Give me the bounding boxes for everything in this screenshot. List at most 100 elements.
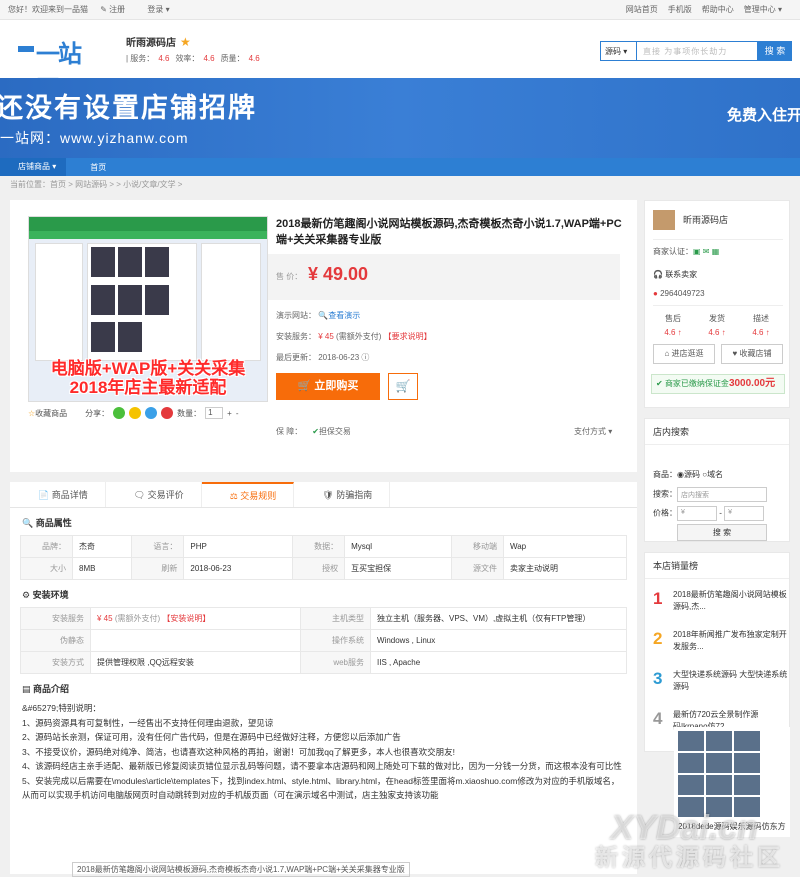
search-button[interactable]: 搜 索	[758, 41, 792, 61]
score-delivery: 发货 4.6 ↑	[699, 313, 735, 337]
tab-reviews[interactable]: 🗨 交易评价	[106, 482, 202, 507]
info-icon[interactable]: ⓘ	[361, 353, 369, 362]
attr-key: 刷新	[131, 557, 185, 580]
register-link[interactable]: ✎ 注册	[100, 5, 135, 14]
visit-shop-button[interactable]: ⌂ 进店逛逛	[653, 344, 715, 364]
top-link-admin[interactable]: 管理中心 ▾	[744, 4, 782, 15]
attrs-heading: 🔍 商品属性	[22, 518, 72, 528]
sidebar-shop-name[interactable]: 昕雨源码店	[683, 213, 728, 226]
intro-heading-label: 商品介绍	[33, 684, 70, 694]
price-max-input[interactable]: ¥	[724, 506, 765, 521]
weibo-icon[interactable]	[161, 407, 174, 419]
qty-input[interactable]: 1	[205, 407, 224, 419]
shop-card: 昕雨源码店 商家认证：▣ ✉ ▦ 🎧 联系卖家 ● 2964049723 售后 4…	[644, 200, 790, 408]
install-req-link[interactable]: 【要求说明】	[384, 332, 432, 341]
intro-line: 5、安装完成以后需要在\modules\article\templates下，找…	[22, 775, 620, 801]
price-box: 售 价： ¥ 49.00	[268, 254, 620, 300]
env-key: 安装方式	[20, 651, 91, 674]
attr-key: 授权	[292, 557, 346, 580]
attr-key: 品牌：	[20, 535, 73, 558]
demo-link[interactable]: 🔍查看演示	[318, 311, 360, 320]
list-item[interactable]: 2 2018年新闻推广发布独家定制开发服务...	[653, 629, 787, 665]
env-key: 主机类型	[300, 607, 371, 630]
product-card: 电脑版+WAP版+关关采集 2018年店主最新适配 ☆收藏商品 分享： 数量： 1…	[10, 200, 637, 472]
env-key: 安装服务	[20, 607, 91, 630]
qty-plus-button[interactable]: +	[227, 409, 232, 418]
radio-domain[interactable]: ○域名	[702, 470, 723, 479]
banner-promo[interactable]: 免费入住开	[727, 104, 800, 125]
shop-banner: 还没有设置店铺招牌 一站网：www.yizhanw.com 免费入住开	[0, 78, 800, 158]
top-link-home[interactable]: 网站首页	[626, 4, 658, 15]
fav-product-button[interactable]: ☆收藏商品	[28, 408, 67, 419]
shop-name[interactable]: 昕雨源码店	[126, 38, 176, 49]
score-label: 发货	[709, 314, 725, 323]
star-icon: ★	[180, 35, 191, 49]
image-header	[29, 217, 267, 231]
shop-search: 店内搜索 商品：◉源码 ○域名 搜索： 店内搜索 价格： ¥ - ¥ 搜 索	[644, 418, 790, 542]
buy-now-button[interactable]: 🛒 立即购买	[276, 373, 380, 400]
attrs-heading-label: 商品属性	[35, 518, 72, 528]
payment-dropdown[interactable]: 支付方式 ▾	[574, 426, 612, 437]
intro-heading: ▤ 商品介绍	[22, 684, 70, 694]
rank-number: 3	[653, 669, 663, 688]
banner-headline: 还没有设置店铺招牌	[0, 93, 257, 123]
score-label: 描述	[753, 314, 769, 323]
attrs-table: 品牌： 杰奇 语言： PHP 数据： Mysql 移动端 Wap 大小 8MB 刷新 201…	[20, 535, 628, 580]
contact-seller-button[interactable]: 🎧 联系卖家	[653, 269, 697, 280]
env-value: 独立主机（服务器、VPS、VM）,虚拟主机（仅有FTP管理）	[370, 607, 627, 630]
qq-row[interactable]: ● 2964049723	[653, 289, 705, 298]
qty-minus-button[interactable]: -	[236, 409, 239, 418]
divider	[653, 305, 783, 306]
goods-label: 商品：	[653, 470, 677, 479]
attr-key: 移动端	[450, 535, 504, 558]
product-image[interactable]: 电脑版+WAP版+关关采集 2018年店主最新适配	[28, 216, 268, 402]
image-col-left	[35, 243, 83, 361]
item-title: 2018年新闻推广发布独家定制开发服务...	[673, 630, 787, 651]
price-min-input[interactable]: ¥	[677, 506, 717, 521]
keyword-input[interactable]: 店内搜索	[677, 487, 767, 502]
top-link-mobile[interactable]: 手机版	[668, 4, 692, 15]
nav-home[interactable]: 首页	[66, 162, 106, 173]
env-heading-label: 安装环境	[32, 590, 69, 600]
shop-search-button[interactable]: 搜 索	[677, 524, 767, 541]
attr-value: 卖家主动说明	[502, 557, 628, 580]
detail-panel: 🔍 商品属性 品牌： 杰奇 语言： PHP 数据： Mysql 移动端 Wap 大小 8M…	[10, 508, 637, 877]
shop-info: 昕雨源码店 ★ | 服务： 4.6 效率： 4.6 质量： 4.6	[126, 34, 266, 64]
nav-category[interactable]: 店铺商品 ▾	[0, 158, 67, 176]
radio-source[interactable]: ◉源码	[677, 470, 700, 479]
env-install-req-link[interactable]: 【安装说明】	[162, 614, 210, 623]
tab-antifraud[interactable]: 🛡 防骗指南	[294, 482, 391, 507]
score-value: 4.6 ↑	[664, 328, 682, 337]
qzone-icon[interactable]	[129, 407, 142, 419]
cart-icon[interactable]: 🛒	[388, 373, 418, 400]
guarantee-label: 保 障：	[276, 427, 303, 436]
update-label: 最后更新：	[276, 353, 316, 362]
cert-label: 商家认证：	[653, 247, 693, 256]
avatar[interactable]	[653, 210, 675, 230]
rank-number: 4	[653, 709, 663, 728]
search-scope-select[interactable]: 源码 ▾	[600, 41, 636, 61]
top-link-help[interactable]: 帮助中心	[702, 4, 734, 15]
fav-shop-button[interactable]: ♥ 收藏店铺	[721, 344, 783, 364]
detail-tabs: 📄 商品详情 🗨 交易评价 ⚖ 交易规则 🛡 防骗指南	[10, 482, 637, 508]
attr-key: 语言：	[131, 535, 185, 558]
tab-detail[interactable]: 📄 商品详情	[10, 482, 106, 507]
search-input[interactable]: 直接 为事项你长劫力	[636, 41, 758, 61]
main-content: 电脑版+WAP版+关关采集 2018年店主最新适配 ☆收藏商品 分享： 数量： 1…	[10, 200, 637, 877]
keyword-label: 搜索：	[653, 489, 677, 499]
top-bar: 您好！欢迎来到一品猫 ✎ 注册 登录 ▾ 网站首页 手机版 帮助中心 管理中心 …	[0, 0, 800, 20]
env-key: web服务	[300, 651, 371, 674]
list-item[interactable]: 3 大型快递系统源码 大型快递系统源码	[653, 669, 787, 705]
login-link[interactable]: 登录 ▾	[147, 5, 169, 14]
site-logo[interactable]: 一站网	[18, 34, 94, 103]
overlay-line-1: 电脑版+WAP版+关关采集	[50, 359, 246, 378]
list-item[interactable]: 1 2018最新仿笔趣阁小说网站模板源码,杰...	[653, 589, 787, 625]
attr-value: Wap	[502, 535, 628, 558]
qq-icon[interactable]	[145, 407, 158, 419]
guarantee-value: 担保交易	[318, 427, 351, 436]
score-label: 售后	[665, 314, 681, 323]
wechat-icon[interactable]	[113, 407, 126, 419]
tab-rules[interactable]: ⚖ 交易规则	[201, 482, 295, 507]
welcome-text: 您好！欢迎来到一品猫	[8, 5, 88, 14]
image-col-books	[87, 243, 197, 361]
